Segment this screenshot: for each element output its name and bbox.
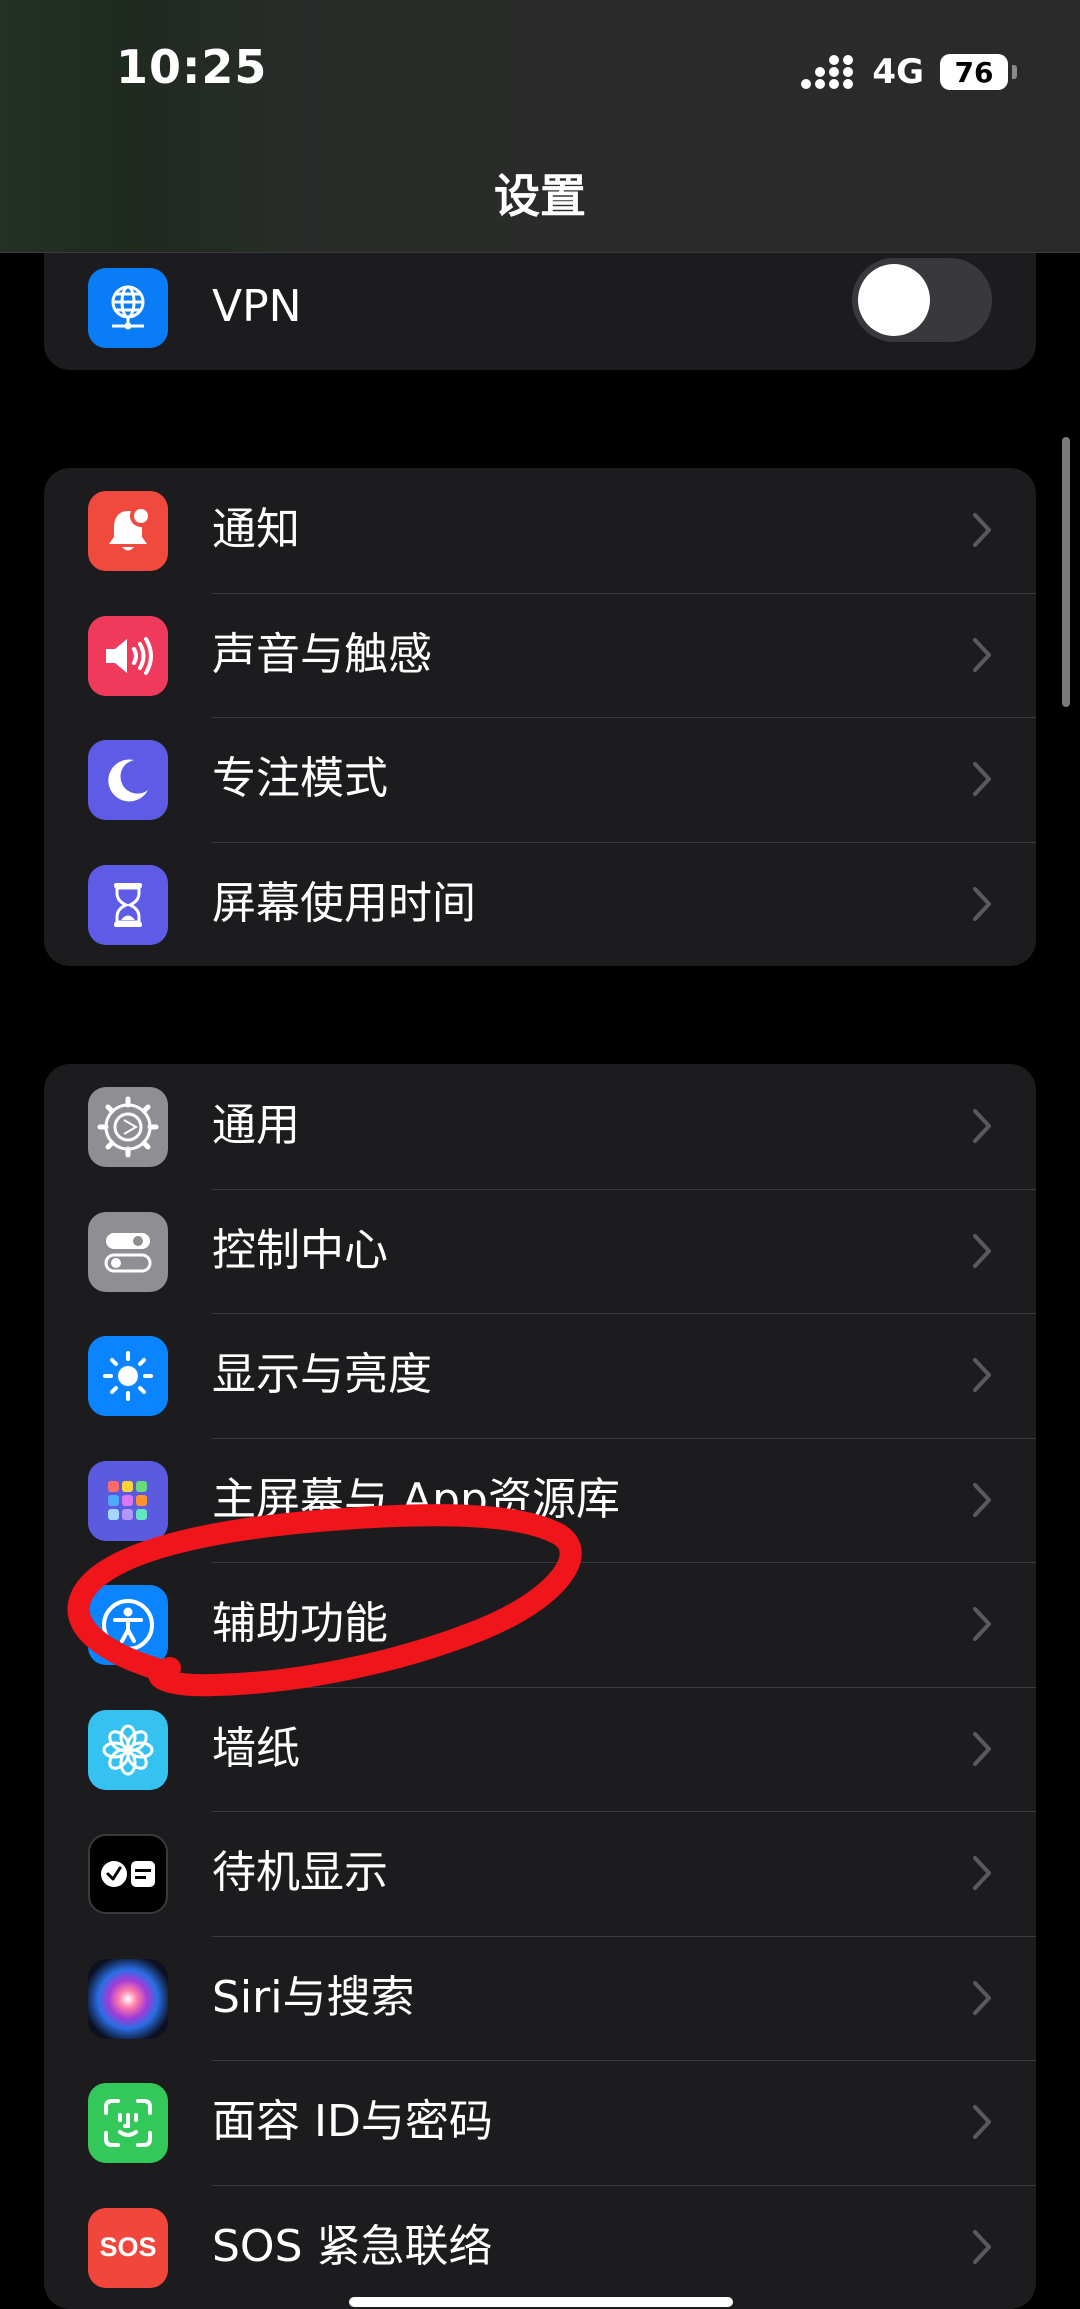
settings-row-label: 面容 ID与密码 [212, 2060, 493, 2185]
chevron-right-icon [972, 1108, 992, 1144]
chevron-right-icon [972, 1233, 992, 1269]
accessibility-icon [88, 1585, 168, 1665]
settings-row-label: 辅助功能 [212, 1562, 388, 1687]
chevron-right-icon [972, 2229, 992, 2265]
siri-icon [88, 1959, 168, 2039]
standby-icon [88, 1834, 168, 1914]
network-type: 4G [872, 52, 924, 92]
chevron-right-icon [972, 1482, 992, 1518]
settings-row-face-id[interactable]: 面容 ID与密码 [44, 2060, 1036, 2185]
settings-row-label: 控制中心 [212, 1189, 388, 1314]
battery-level: 76 [955, 56, 994, 89]
settings-row-wallpaper[interactable]: 墙纸 [44, 1687, 1036, 1812]
settings-row-label: SOS 紧急联络 [212, 2185, 492, 2309]
settings-row-label: 通知 [212, 468, 300, 593]
chevron-right-icon [972, 1606, 992, 1642]
battery-indicator: 76 [940, 54, 1008, 90]
chevron-right-icon [972, 886, 992, 922]
switches-icon [88, 1212, 168, 1292]
sos-icon: SOS [88, 2208, 168, 2288]
navigation-header: 10:25 4G 76 设置 [0, 0, 1080, 253]
cellular-signal-icon [800, 52, 856, 92]
settings-row-display[interactable]: 显示与亮度 [44, 1313, 1036, 1438]
vpn-toggle[interactable] [852, 258, 992, 342]
settings-row-label: 待机显示 [212, 1811, 388, 1936]
page-title: 设置 [0, 160, 1080, 226]
settings-row-label: VPN [212, 245, 302, 370]
home-indicator[interactable] [349, 2297, 733, 2307]
speaker-icon [88, 616, 168, 696]
settings-row-home-screen[interactable]: 主屏幕与 App资源库 [44, 1438, 1036, 1563]
chevron-right-icon [972, 761, 992, 797]
settings-row-focus[interactable]: 专注模式 [44, 717, 1036, 842]
settings-row-label: 显示与亮度 [212, 1313, 432, 1438]
settings-row-label: 屏幕使用时间 [212, 842, 476, 967]
globe-network-icon [88, 268, 168, 348]
hourglass-icon [88, 865, 168, 945]
settings-group-notifications: 通知 声音与触感 专注模式 [44, 468, 1036, 966]
app-grid-icon [88, 1461, 168, 1541]
settings-row-label: 通用 [212, 1064, 300, 1189]
chevron-right-icon [972, 2104, 992, 2140]
scroll-indicator[interactable] [1062, 437, 1070, 707]
status-indicators: 4G 76 [800, 48, 1008, 96]
moon-icon [88, 740, 168, 820]
settings-row-label: 主屏幕与 App资源库 [212, 1438, 620, 1563]
settings-row-standby[interactable]: 待机显示 [44, 1811, 1036, 1936]
face-id-icon [88, 2083, 168, 2163]
sun-icon [88, 1336, 168, 1416]
settings-row-label: 声音与触感 [212, 593, 432, 718]
settings-row-sounds[interactable]: 声音与触感 [44, 593, 1036, 718]
chevron-right-icon [972, 1980, 992, 2016]
settings-row-notifications[interactable]: 通知 [44, 468, 1036, 593]
settings-row-label: 墙纸 [212, 1687, 300, 1812]
gear-icon [88, 1087, 168, 1167]
chevron-right-icon [972, 1731, 992, 1767]
settings-row-label: 专注模式 [212, 717, 388, 842]
settings-row-control-center[interactable]: 控制中心 [44, 1189, 1036, 1314]
settings-group-general: 通用 控制中心 [44, 1064, 1036, 2309]
bell-badge-icon [88, 491, 168, 571]
status-time: 10:25 [116, 40, 267, 94]
settings-row-screen-time[interactable]: 屏幕使用时间 [44, 842, 1036, 967]
toggle-knob [858, 264, 930, 336]
settings-row-accessibility[interactable]: 辅助功能 [44, 1562, 1036, 1687]
chevron-right-icon [972, 512, 992, 548]
settings-row-general[interactable]: 通用 [44, 1064, 1036, 1189]
settings-row-siri[interactable]: Siri与搜索 [44, 1936, 1036, 2061]
flower-icon [88, 1710, 168, 1790]
settings-row-sos[interactable]: SOS SOS 紧急联络 [44, 2185, 1036, 2309]
chevron-right-icon [972, 1357, 992, 1393]
settings-row-label: Siri与搜索 [212, 1936, 414, 2061]
chevron-right-icon [972, 1855, 992, 1891]
chevron-right-icon [972, 637, 992, 673]
settings-row-vpn[interactable]: VPN [44, 245, 1036, 370]
